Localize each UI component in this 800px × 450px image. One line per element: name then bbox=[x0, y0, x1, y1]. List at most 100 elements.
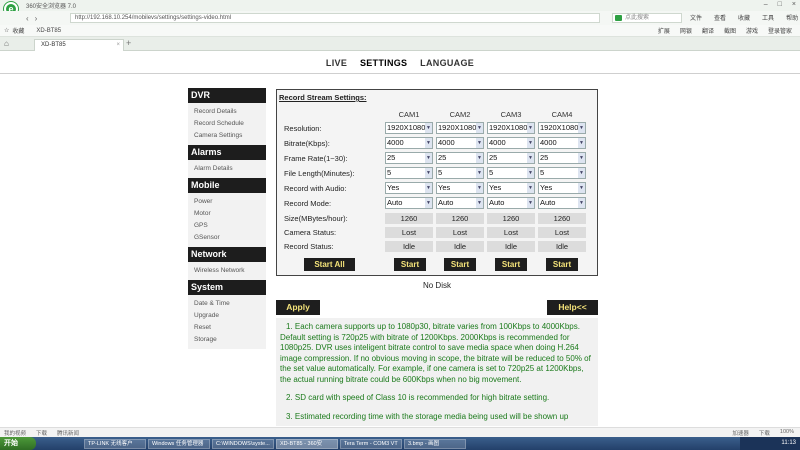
cam3-mode-select[interactable]: Auto ▼ bbox=[487, 197, 535, 209]
menu-help[interactable]: 帮助 bbox=[786, 13, 798, 22]
close-window-button[interactable]: × bbox=[792, 1, 796, 8]
sidebar-item-alarm-details[interactable]: Alarm Details bbox=[194, 163, 266, 175]
home-icon[interactable]: ⌂ bbox=[4, 39, 9, 48]
cam1-start-button[interactable]: Start bbox=[394, 258, 426, 271]
cam3-framerate-value: 25 bbox=[489, 153, 498, 162]
cam3-filelength-select[interactable]: 5 ▼ bbox=[487, 167, 535, 179]
chevron-down-icon: ▼ bbox=[425, 123, 432, 133]
cam4-resolution-select[interactable]: 1920X1080 ▼ bbox=[538, 122, 586, 134]
cam4-start-button[interactable]: Start bbox=[546, 258, 578, 271]
favorites-button[interactable]: ☆ 收藏 bbox=[4, 26, 24, 35]
tool-login[interactable]: 登录管家 bbox=[768, 26, 792, 35]
start-button[interactable]: 开始 bbox=[0, 437, 36, 450]
browser-titlebar: e 360安全浏览器 7.0 – □ × bbox=[0, 0, 800, 16]
zoom-level[interactable]: 100% bbox=[780, 429, 794, 437]
status-accelerator[interactable]: 加速器 bbox=[732, 429, 749, 437]
sidebar-item-storage[interactable]: Storage bbox=[194, 334, 266, 346]
taskbar-item[interactable]: Windows 任务管理器 bbox=[148, 438, 210, 449]
cam1-mode-select[interactable]: Auto ▼ bbox=[385, 197, 433, 209]
url-input[interactable]: http://192.168.10.254/mobilevs/settings/… bbox=[70, 13, 600, 23]
cam2-filelength-select[interactable]: 5 ▼ bbox=[436, 167, 484, 179]
sidebar-item-motor[interactable]: Motor bbox=[194, 208, 266, 220]
tool-bank[interactable]: 网银 bbox=[680, 26, 692, 35]
cam1-framerate-select[interactable]: 25 ▼ bbox=[385, 152, 433, 164]
menu-tools[interactable]: 工具 bbox=[762, 13, 774, 22]
sidebar-item-gps[interactable]: GPS bbox=[194, 220, 266, 232]
close-tab-icon[interactable]: × bbox=[116, 40, 120, 51]
chevron-down-icon: ▼ bbox=[425, 138, 432, 148]
new-tab-button[interactable]: + bbox=[126, 38, 131, 48]
cam4-audio-select[interactable]: Yes ▼ bbox=[538, 182, 586, 194]
cam3-bitrate-select[interactable]: 4000 ▼ bbox=[487, 137, 535, 149]
tool-games[interactable]: 游戏 bbox=[746, 26, 758, 35]
cam3-audio-select[interactable]: Yes ▼ bbox=[487, 182, 535, 194]
search-engine-icon bbox=[615, 15, 622, 21]
sidebar-item-record-schedule[interactable]: Record Schedule bbox=[194, 118, 266, 130]
disk-status: No Disk bbox=[422, 281, 451, 290]
sidebar-item-gsensor[interactable]: GSensor bbox=[194, 232, 266, 244]
browser-tools: 扩展 网银 翻译 截图 游戏 登录管家 bbox=[658, 26, 792, 35]
menu-favorites[interactable]: 收藏 bbox=[738, 13, 750, 22]
cam2-bitrate-select[interactable]: 4000 ▼ bbox=[436, 137, 484, 149]
sidebar-group-dvr: Record Details Record Schedule Camera Se… bbox=[188, 103, 266, 145]
help-toggle-button[interactable]: Help<< bbox=[547, 300, 598, 315]
chevron-down-icon: ▼ bbox=[527, 138, 534, 148]
chevron-down-icon: ▼ bbox=[476, 153, 483, 163]
sidebar-item-camera-settings[interactable]: Camera Settings bbox=[194, 130, 266, 142]
sidebar-item-upgrade[interactable]: Upgrade bbox=[194, 310, 266, 322]
cam2-start-button[interactable]: Start bbox=[444, 258, 476, 271]
cam3-audio-value: Yes bbox=[489, 183, 502, 192]
nav-language[interactable]: LANGUAGE bbox=[420, 58, 474, 68]
cam4-bitrate-select[interactable]: 4000 ▼ bbox=[538, 137, 586, 149]
sidebar-item-record-details[interactable]: Record Details bbox=[194, 106, 266, 118]
forward-icon[interactable]: › bbox=[35, 14, 38, 23]
tool-translate[interactable]: 翻译 bbox=[702, 26, 714, 35]
cam1-resolution-select[interactable]: 1920X1080 ▼ bbox=[385, 122, 433, 134]
sidebar-item-power[interactable]: Power bbox=[194, 196, 266, 208]
window-controls: – □ × bbox=[764, 1, 796, 8]
tool-extensions[interactable]: 扩展 bbox=[658, 26, 670, 35]
cam2-audio-select[interactable]: Yes ▼ bbox=[436, 182, 484, 194]
cam4-filelength-select[interactable]: 5 ▼ bbox=[538, 167, 586, 179]
cam1-bitrate-select[interactable]: 4000 ▼ bbox=[385, 137, 433, 149]
cam1-filelength-select[interactable]: 5 ▼ bbox=[385, 167, 433, 179]
minimize-button[interactable]: – bbox=[764, 1, 768, 8]
back-icon[interactable]: ‹ bbox=[26, 14, 29, 23]
taskbar-item[interactable]: C:\WINDOWS\syste... bbox=[212, 438, 274, 449]
cam4-mode-select[interactable]: Auto ▼ bbox=[538, 197, 586, 209]
chevron-down-icon: ▼ bbox=[476, 183, 483, 193]
cam3-start-button[interactable]: Start bbox=[495, 258, 527, 271]
label-size: Size(MBytes/hour): bbox=[284, 214, 348, 223]
browser-tab[interactable]: XD-BT85 × bbox=[34, 39, 124, 51]
taskbar-item[interactable]: Tera Term - COM3 VT bbox=[340, 438, 402, 449]
taskbar-item[interactable]: TP-LINK 无线客户 bbox=[84, 438, 146, 449]
cam4-filelength-value: 5 bbox=[540, 168, 545, 177]
status-video[interactable]: 我的视频 bbox=[4, 429, 26, 437]
favorite-item[interactable]: XD-BT85 bbox=[36, 28, 61, 34]
sidebar-item-reset[interactable]: Reset bbox=[194, 322, 266, 334]
sidebar-item-wireless-network[interactable]: Wireless Network bbox=[194, 265, 266, 277]
sidebar-item-date-time[interactable]: Date & Time bbox=[194, 298, 266, 310]
apply-button[interactable]: Apply bbox=[276, 300, 320, 315]
cam3-framerate-select[interactable]: 25 ▼ bbox=[487, 152, 535, 164]
cam2-framerate-select[interactable]: 25 ▼ bbox=[436, 152, 484, 164]
search-input[interactable]: 点此搜索 bbox=[612, 13, 682, 23]
nav-live[interactable]: LIVE bbox=[326, 58, 347, 68]
menu-file[interactable]: 文件 bbox=[690, 13, 702, 22]
maximize-button[interactable]: □ bbox=[778, 1, 782, 8]
cam2-mode-select[interactable]: Auto ▼ bbox=[436, 197, 484, 209]
chevron-down-icon: ▼ bbox=[578, 138, 585, 148]
cam2-resolution-select[interactable]: 1920X1080 ▼ bbox=[436, 122, 484, 134]
taskbar-item-active[interactable]: XD-BT85 - 360安 bbox=[276, 438, 338, 449]
cam4-framerate-select[interactable]: 25 ▼ bbox=[538, 152, 586, 164]
cam1-audio-select[interactable]: Yes ▼ bbox=[385, 182, 433, 194]
cam3-resolution-select[interactable]: 1920X1080 ▼ bbox=[487, 122, 535, 134]
status-download[interactable]: 下载 bbox=[36, 429, 47, 437]
menu-view[interactable]: 查看 bbox=[714, 13, 726, 22]
status-news[interactable]: 腾讯新闻 bbox=[57, 429, 79, 437]
nav-settings[interactable]: SETTINGS bbox=[360, 58, 407, 68]
status-downloads[interactable]: 下载 bbox=[759, 429, 770, 437]
taskbar-item[interactable]: 3.bmp - 画图 bbox=[404, 438, 466, 449]
start-all-button[interactable]: Start All bbox=[304, 258, 355, 271]
tool-screenshot[interactable]: 截图 bbox=[724, 26, 736, 35]
